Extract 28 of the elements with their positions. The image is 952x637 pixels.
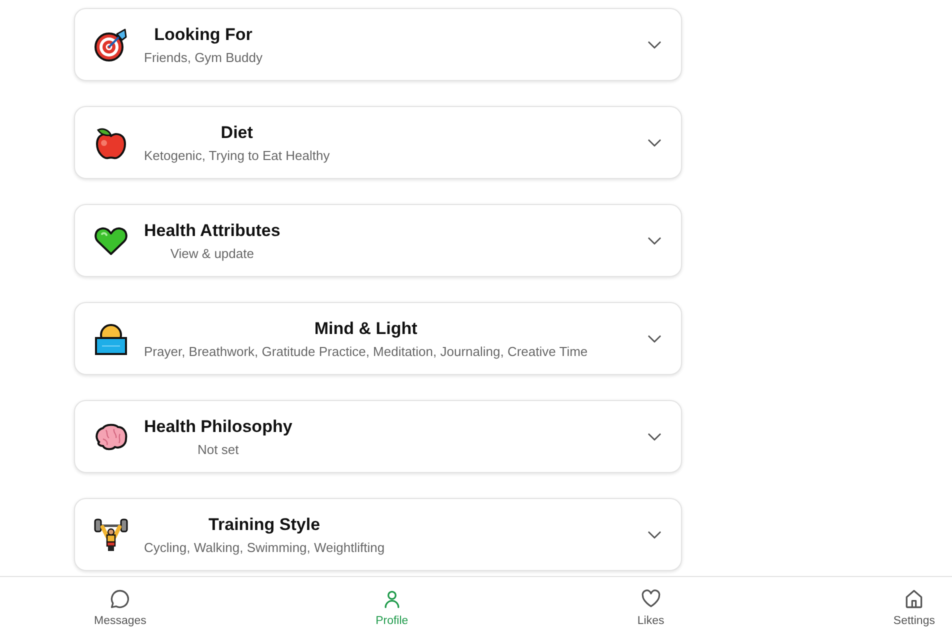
section-card[interactable]: Health Attributes View & update: [74, 204, 682, 277]
apple-icon: [94, 126, 128, 160]
section-title: Mind & Light: [314, 318, 418, 338]
weightlifter-icon: [94, 518, 128, 552]
section-title: Health Attributes: [144, 220, 280, 240]
nav-tab[interactable]: Messages: [94, 588, 146, 627]
section-title: Looking For: [154, 24, 252, 44]
section-summary: Ketogenic, Trying to Eat Healthy: [144, 148, 330, 162]
section-title: Health Philosophy: [144, 416, 292, 436]
section-title: Diet: [220, 122, 253, 142]
section-card[interactable]: Looking For Friends, Gym Buddy: [74, 8, 682, 81]
nav-tab[interactable]: Settings: [893, 588, 935, 627]
section-card[interactable]: Training Style Cycling, Walking, Swimming, Weightlifting: [74, 498, 682, 571]
section-summary: View & update: [170, 246, 254, 260]
nav-tab[interactable]: Likes: [637, 588, 664, 627]
chat-bubble-icon: [109, 588, 132, 610]
heart-icon: [640, 588, 662, 610]
section-summary: Prayer, Breathwork, Gratitude Practice, Meditation, Journaling, Creative Time: [144, 344, 588, 358]
sun-over-water-icon: [94, 322, 128, 356]
section-card[interactable]: Health Philosophy Not set: [74, 400, 682, 473]
section-summary: Cycling, Walking, Swimming, Weightlifting: [144, 540, 385, 554]
dartboard-icon: [94, 28, 128, 62]
section-card[interactable]: Mind & Light Prayer, Breathwork, Gratitude Practice, Meditation, Journaling, Creative Time: [74, 302, 682, 375]
section-summary: Not set: [198, 442, 239, 456]
section-title: Training Style: [208, 514, 320, 534]
nav-tab[interactable]: Profile: [376, 588, 408, 627]
section-summary: Friends, Gym Buddy: [144, 50, 262, 64]
section-card[interactable]: Diet Ketogenic, Trying to Eat Healthy: [74, 106, 682, 179]
